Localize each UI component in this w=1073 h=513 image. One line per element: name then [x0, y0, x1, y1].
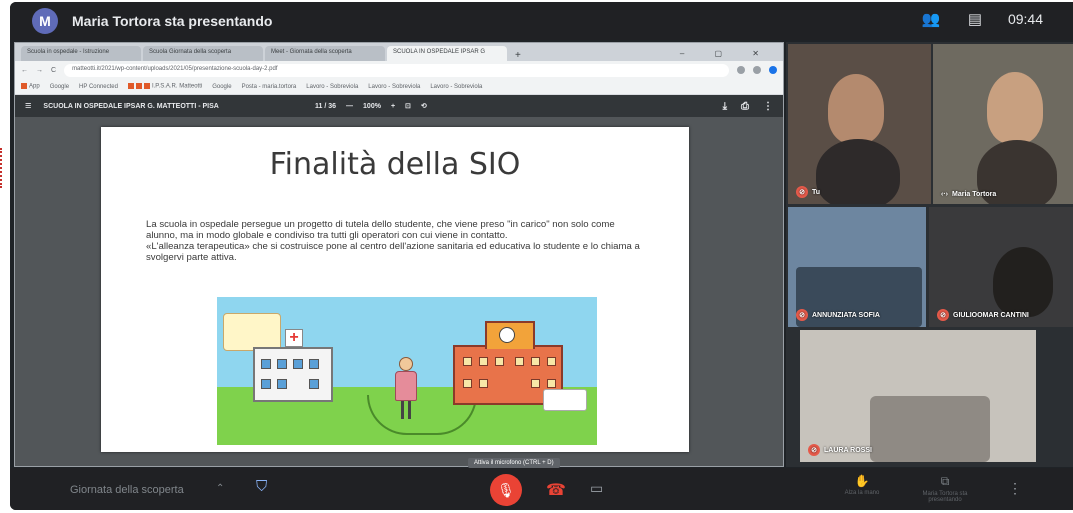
slide-title: Finalità della SIO: [269, 147, 521, 182]
bookmark[interactable]: Lavoro - Sobreviola: [430, 84, 482, 90]
hospital-school-illustration: +: [217, 297, 597, 445]
browser-tabs: Scuola in ospedale - Istruzione Scuola G…: [15, 43, 783, 61]
participants-grid: ⊘ Tu ‹·› Maria Tortora ⊘ ANNUNZIATA SOFIA ⊘…: [786, 42, 1073, 467]
forward-icon[interactable]: →: [36, 67, 43, 74]
clock: 09:44: [1007, 11, 1043, 27]
bookmark[interactable]: Google: [212, 84, 231, 90]
student-girl-image: [393, 357, 419, 421]
browser-tab[interactable]: Scuola Giornata della scoperta: [143, 46, 263, 61]
present-icon: ⧉: [940, 474, 950, 488]
bookmark[interactable]: I.P.S.A.R. Matteotti: [127, 83, 202, 90]
bookmark[interactable]: Lavoro - Sobreviola: [368, 84, 420, 90]
mic-off-icon: ⊘: [808, 444, 820, 456]
pdf-toolbar: ≡ SCUOLA IN OSPEDALE IPSAR G. MATTEOTTI …: [15, 95, 783, 117]
children-image: [543, 389, 587, 411]
edge-decoration: [0, 148, 4, 188]
slide-body: La scuola in ospedale persegue un proget…: [146, 219, 646, 263]
participant-name: ANNUNZIATA SOFIA: [812, 311, 880, 319]
slide-paragraph: La scuola in ospedale persegue un proget…: [146, 219, 615, 241]
shared-browser-window: Scuola in ospedale - Istruzione Scuola G…: [14, 42, 784, 467]
browser-tab-active[interactable]: SCUOLA IN OSPEDALE IPSAR G: [387, 46, 507, 61]
presenting-icon: ‹·›: [941, 191, 948, 198]
extension-icon[interactable]: [737, 66, 745, 74]
participants-icon[interactable]: 👥: [920, 8, 942, 30]
window-controls[interactable]: – ▢ ✕: [670, 49, 783, 61]
browser-tab[interactable]: Scuola in ospedale - Istruzione: [21, 46, 141, 61]
page-indicator[interactable]: 11 / 36: [315, 103, 336, 110]
camera-toggle-button[interactable]: ▭: [590, 480, 603, 497]
participant-name: LAURA ROSSI: [824, 446, 872, 454]
bookmark[interactable]: Lavoro - Sobreviola: [306, 84, 358, 90]
meet-bottom-bar: Giornata della scoperta ⌃ ⛉ 🎙 ☎ ▭ ✋ Alza…: [10, 468, 1073, 510]
address-bar[interactable]: matteotti.it/2021/wp-content/uploads/202…: [64, 63, 729, 77]
mic-off-icon: 🎙: [497, 481, 515, 498]
bookmark[interactable]: Google: [50, 84, 69, 90]
hospital-image: +: [253, 329, 333, 402]
presenting-text: Maria Tortora sta presentando: [72, 13, 273, 29]
chevron-up-icon[interactable]: ⌃: [216, 483, 224, 494]
meet-top-bar: M Maria Tortora sta presentando 👥 ▤ 09:4…: [10, 2, 1073, 40]
slide-paragraph: «L'alleanza terapeutica» che si costruis…: [146, 241, 640, 263]
back-icon[interactable]: ←: [21, 67, 28, 74]
raise-hand-label: Alza la mano: [844, 490, 880, 496]
participant-tile[interactable]: ⊘ Tu: [788, 44, 931, 204]
pdf-viewport[interactable]: Finalità della SIO La scuola in ospedale…: [15, 117, 783, 466]
raise-hand-button[interactable]: ✋ Alza la mano: [832, 474, 892, 496]
new-tab-button[interactable]: +: [509, 50, 527, 61]
omnibox-row: ← → C matteotti.it/2021/wp-content/uploa…: [15, 61, 783, 79]
mic-off-icon: ⊘: [796, 309, 808, 321]
pdf-document-title: SCUOLA IN OSPEDALE IPSAR G. MATTEOTTI - …: [43, 102, 219, 110]
reload-icon[interactable]: C: [51, 67, 56, 74]
presenter-avatar: M: [32, 8, 58, 34]
menu-icon[interactable]: ≡: [25, 100, 31, 112]
rotate-icon[interactable]: ⟲: [421, 102, 427, 110]
print-icon[interactable]: ⎙: [741, 101, 749, 112]
chat-icon[interactable]: ▤: [964, 8, 986, 30]
present-button[interactable]: ⧉ Maria Tortora sta presentando: [910, 474, 980, 503]
red-cross-icon: +: [285, 329, 303, 347]
slide: Finalità della SIO La scuola in ospedale…: [101, 127, 689, 452]
mic-off-icon: ⊘: [937, 309, 949, 321]
participant-tile[interactable]: ⊘ GIULIOOMAR CANTINI: [929, 207, 1073, 327]
more-options-icon[interactable]: ⋮: [1008, 480, 1022, 497]
zoom-level[interactable]: 100%: [363, 103, 381, 110]
bookmark[interactable]: App: [21, 83, 40, 90]
shield-icon[interactable]: ⛉: [256, 478, 272, 498]
thought-bubble-image: [223, 313, 281, 351]
download-icon[interactable]: ⤓: [723, 101, 727, 112]
participant-tile[interactable]: ⊘ LAURA ROSSI: [800, 330, 1036, 462]
present-label: Maria Tortora sta presentando: [922, 491, 968, 503]
participant-name: GIULIOOMAR CANTINI: [953, 311, 1029, 319]
profile-icon[interactable]: [769, 66, 777, 74]
mic-off-icon: ⊘: [796, 186, 808, 198]
fit-page-icon[interactable]: ⊡: [405, 102, 411, 110]
meet-screen: M Maria Tortora sta presentando 👥 ▤ 09:4…: [10, 2, 1073, 510]
participant-name: Maria Tortora: [952, 191, 997, 198]
hand-icon: ✋: [854, 474, 870, 488]
browser-tab[interactable]: Meet - Giornata della scoperta: [265, 46, 385, 61]
bookmark[interactable]: HP Connected: [79, 84, 118, 90]
hang-up-button[interactable]: ☎: [546, 480, 566, 500]
extension-icon[interactable]: [753, 66, 761, 74]
clock-icon: [499, 327, 515, 343]
zoom-out-icon[interactable]: —: [346, 103, 353, 110]
participant-tile[interactable]: ⊘ ANNUNZIATA SOFIA: [788, 207, 926, 327]
mic-tooltip: Attiva il microfono (CTRL + D): [468, 458, 560, 468]
zoom-in-icon[interactable]: +: [391, 103, 395, 110]
bookmarks-bar: App Google HP Connected I.P.S.A.R. Matte…: [15, 79, 783, 95]
meeting-name[interactable]: Giornata della scoperta: [70, 484, 184, 496]
more-vert-icon[interactable]: ⋮: [763, 101, 773, 112]
participant-tile[interactable]: ‹·› Maria Tortora: [933, 44, 1073, 204]
bookmark[interactable]: Posta - maria.tortora: [242, 84, 297, 90]
mic-toggle-button[interactable]: 🎙: [490, 474, 522, 506]
participant-name: Tu: [812, 188, 821, 196]
